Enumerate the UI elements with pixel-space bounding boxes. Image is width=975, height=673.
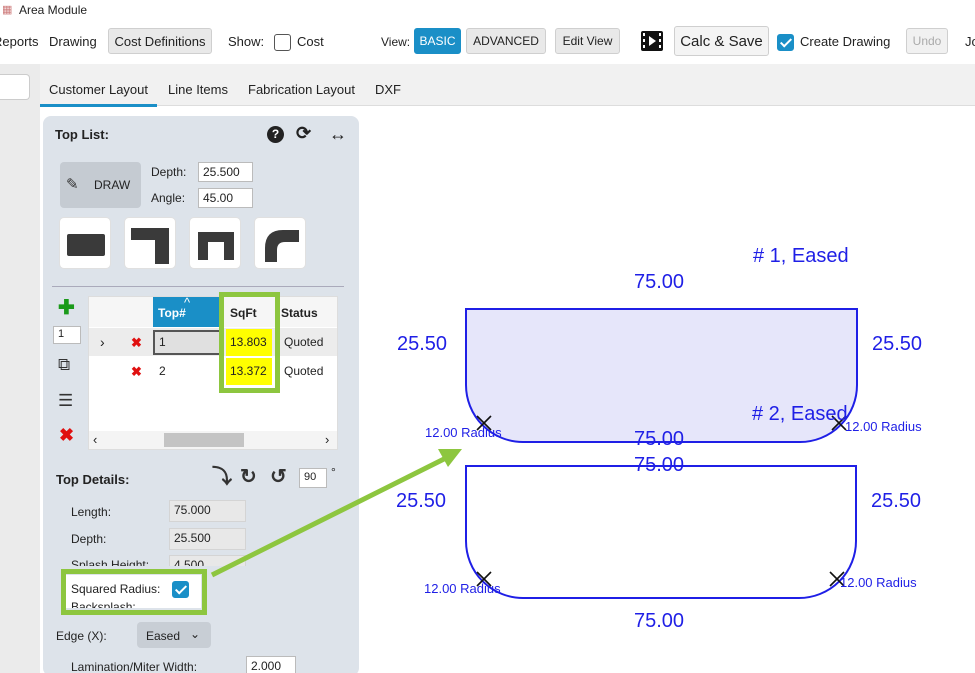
top-2-top-length: 75.00 [634, 454, 685, 476]
top-1-bottom-length: 75.00 [634, 428, 685, 450]
top-2-left-depth: 25.50 [396, 490, 447, 512]
top-2-bottom-length: 75.00 [634, 610, 685, 632]
top-2-right-depth: 25.50 [871, 490, 922, 512]
top-1-right-radius: 12.00 Radius [845, 419, 922, 434]
top-2-label: # 2, Eased [752, 403, 848, 425]
drawing-svg [210, 308, 858, 599]
top-2-outline [465, 465, 857, 599]
top-1-top-length: 75.00 [634, 271, 685, 293]
top-1-left-radius: 12.00 Radius [425, 425, 502, 440]
top-2-right-radius: 12.00 Radius [840, 575, 917, 590]
top-1-left-depth: 25.50 [397, 333, 448, 355]
top-2-left-radius: 12.00 Radius [424, 581, 501, 596]
top-1-label: # 1, Eased [753, 245, 849, 267]
top-1-right-depth: 25.50 [872, 333, 923, 355]
